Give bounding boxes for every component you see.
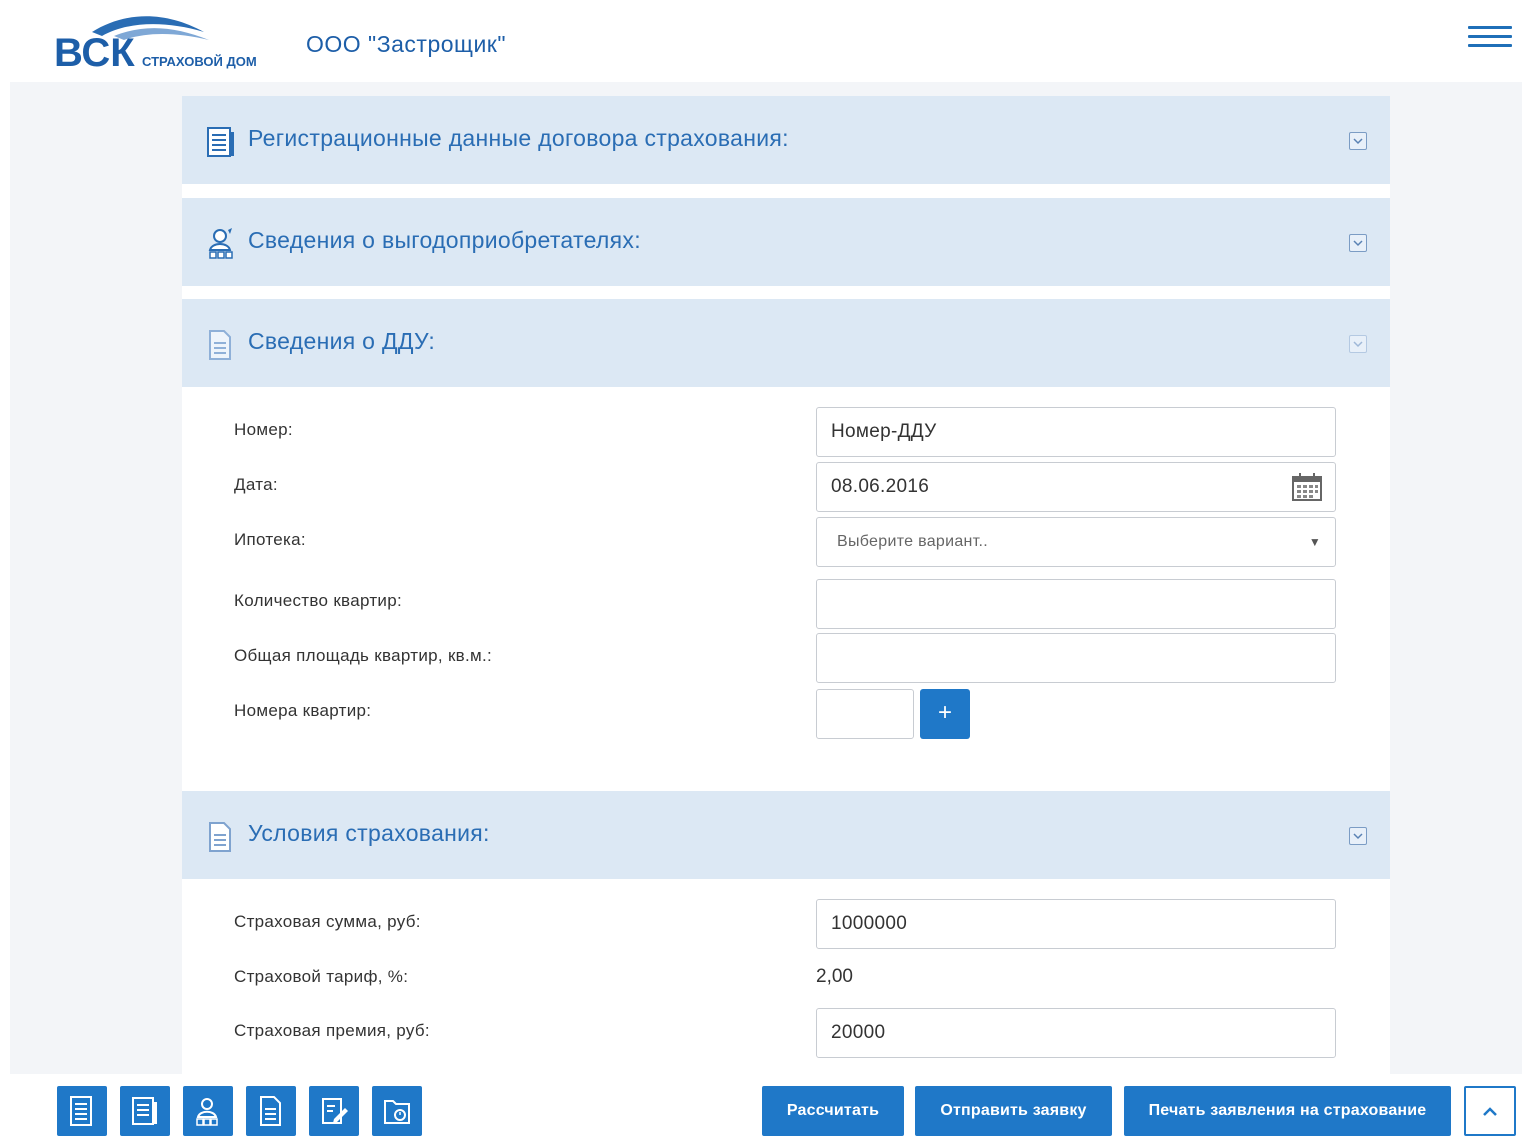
expand-toggle-icon[interactable] (1349, 132, 1367, 150)
section-title: Регистрационные данные договора страхова… (248, 125, 789, 151)
total-area-label: Общая площадь квартир, кв.м.: (234, 646, 493, 665)
expand-toggle-icon[interactable] (1349, 234, 1367, 252)
insurance-sum-label: Страховая сумма, руб: (234, 912, 421, 931)
apartment-numbers-label: Номера квартир: (234, 701, 372, 720)
toolbar-edit-document-icon[interactable] (309, 1086, 359, 1136)
ddu-number-input[interactable]: Номер-ДДУ (816, 407, 1336, 457)
ddu-date-input[interactable]: 08.06.2016 (816, 462, 1336, 512)
section-ddu[interactable]: Сведения о ДДУ: (182, 299, 1390, 387)
dropdown-arrow-icon: ▼ (1308, 535, 1321, 549)
document-icon (206, 327, 236, 361)
premium-label: Страховая премия, руб: (234, 1021, 430, 1040)
insurance-sum-input[interactable]: 1000000 (816, 899, 1336, 949)
apartments-count-input[interactable] (816, 579, 1336, 629)
mortgage-label: Ипотека: (234, 530, 306, 549)
mortgage-select[interactable]: Выберите вариант.. ▼ (816, 517, 1336, 567)
vsk-logo[interactable]: ВСК СТРАХОВОЙ ДОМ (54, 10, 270, 75)
company-name: ООО "Застрощик" (306, 31, 507, 57)
premium-input[interactable]: 20000 (816, 1008, 1336, 1058)
section-beneficiaries[interactable]: Сведения о выгодоприобретателях: (182, 198, 1390, 286)
date-label: Дата: (234, 475, 278, 494)
beneficiary-icon (206, 226, 236, 260)
send-request-button[interactable]: Отправить заявку (915, 1086, 1112, 1136)
toolbar-folder-icon[interactable] (372, 1086, 422, 1136)
number-label: Номер: (234, 420, 293, 439)
app-header: ВСК СТРАХОВОЙ ДОМ ООО "Застрощик" (0, 0, 1532, 82)
scroll-up-button[interactable] (1464, 1086, 1516, 1136)
svg-text:ВСК: ВСК (54, 31, 135, 72)
calculate-button[interactable]: Рассчитать (762, 1086, 904, 1136)
bottom-toolbar: Рассчитать Отправить заявку Печать заявл… (0, 1074, 1532, 1141)
add-apartment-button[interactable]: + (920, 689, 970, 739)
section-title: Сведения о выгодоприобретателях: (248, 227, 641, 253)
total-area-input[interactable] (816, 633, 1336, 683)
apartment-number-input[interactable] (816, 689, 914, 739)
collapse-toggle-icon[interactable] (1349, 335, 1367, 353)
chevron-up-icon (1483, 1107, 1497, 1116)
toolbar-document-list-icon[interactable] (120, 1086, 170, 1136)
toolbar-document-icon[interactable] (57, 1086, 107, 1136)
date-value: 08.06.2016 (831, 476, 930, 497)
mortgage-placeholder: Выберите вариант.. (837, 533, 989, 550)
menu-icon[interactable] (1468, 26, 1512, 54)
print-application-button[interactable]: Печать заявления на страхование (1124, 1086, 1451, 1136)
section-registration[interactable]: Регистрационные данные договора страхова… (182, 96, 1390, 184)
apartments-count-label: Количество квартир: (234, 591, 402, 610)
svg-text:СТРАХОВОЙ ДОМ: СТРАХОВОЙ ДОМ (142, 54, 257, 69)
section-conditions[interactable]: Условия страхования: (182, 791, 1390, 879)
calendar-icon[interactable] (1291, 472, 1323, 502)
section-title: Условия страхования: (248, 820, 490, 846)
tariff-label: Страховой тариф, %: (234, 967, 409, 986)
document-list-icon (206, 124, 236, 158)
toolbar-beneficiary-icon[interactable] (183, 1086, 233, 1136)
document-icon (206, 819, 236, 853)
tariff-value: 2,00 (816, 966, 853, 987)
section-title: Сведения о ДДУ: (248, 328, 436, 354)
collapse-toggle-icon[interactable] (1349, 827, 1367, 845)
toolbar-contract-icon[interactable] (246, 1086, 296, 1136)
